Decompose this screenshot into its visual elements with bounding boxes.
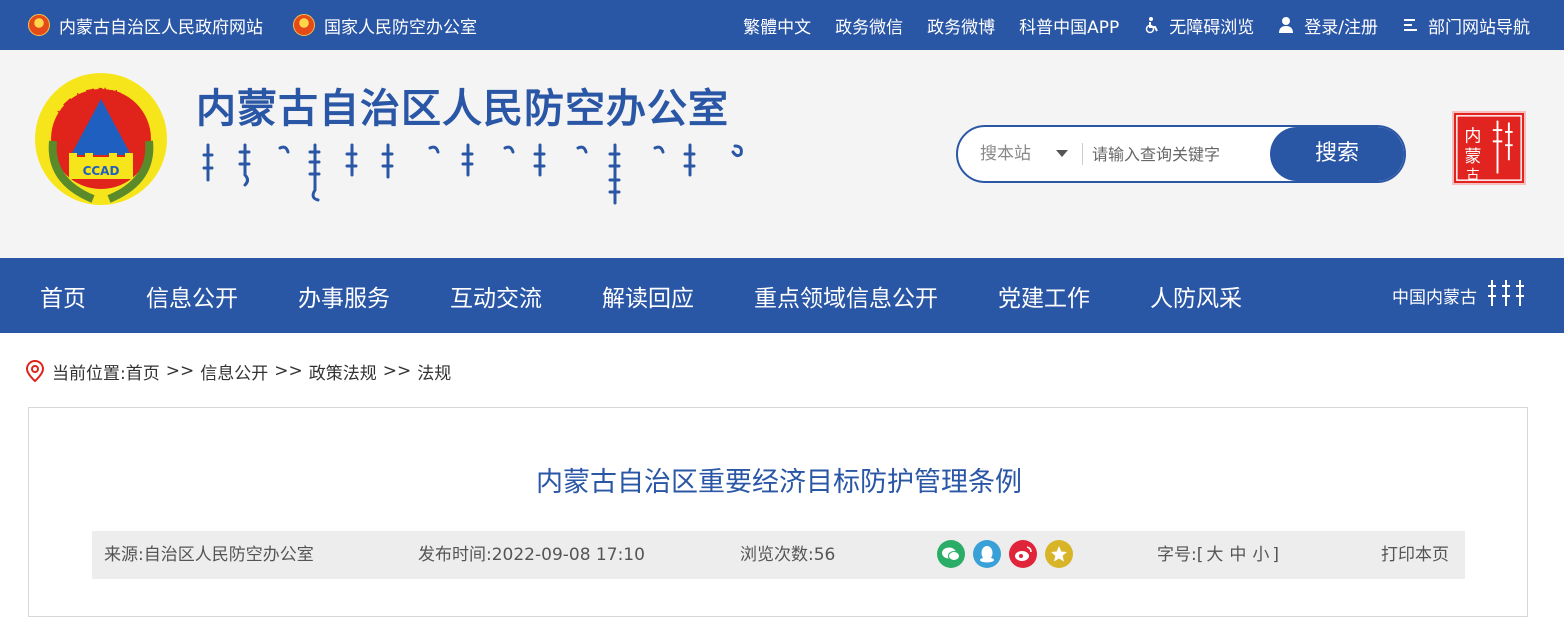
source-label: 来源: [104,545,144,565]
breadcrumb-policy-regulations[interactable]: 政策法规 [309,359,377,384]
svg-text:内: 内 [1464,126,1481,146]
svg-text:蒙: 蒙 [1464,147,1481,167]
traditional-chinese-label: 繁體中文 [743,17,812,38]
wechat-icon [942,547,960,561]
font-size-large[interactable]: 大 [1206,545,1223,565]
gov-site-link[interactable]: 内蒙古自治区人民政府网站 [28,13,263,38]
article-views: 浏览次数:56 [740,531,835,579]
views-label: 浏览次数: [740,545,814,565]
breadcrumb-home[interactable]: 首页 [126,359,160,384]
search-scope-select[interactable]: 搜本站 [980,127,1031,181]
font-size-medium[interactable]: 中 [1229,545,1246,565]
main-nav: 首页 信息公开 办事服务 互动交流 解读回应 重点领域信息公开 党建工作 人防风… [0,258,1564,333]
nav-interpretation[interactable]: 解读回应 [602,279,694,313]
mongolian-script-title [202,143,743,205]
wheelchair-icon [1146,17,1159,34]
national-ccad-label: 国家人民防空办公室 [324,17,477,38]
gov-site-label: 内蒙古自治区人民政府网站 [59,17,263,38]
views-value: 56 [813,545,836,565]
nav-services[interactable]: 办事服务 [298,279,390,313]
search-box: 搜本站 搜索 [956,125,1406,183]
font-size-label: 字号: [1157,545,1197,565]
article-title: 内蒙古自治区重要经济目标防护管理条例 [536,467,1022,498]
article-source: 来源:自治区人民防空办公室 [104,531,314,579]
location-pin-icon [26,360,44,382]
print-page-button[interactable]: 打印本页 [1381,531,1449,579]
science-app-link[interactable]: 科普中国APP [1019,13,1119,38]
share-weibo-button[interactable] [1009,540,1037,568]
dept-nav-label: 部门网站导航 [1428,17,1530,38]
article-meta-bar: 来源:自治区人民防空办公室 发布时间:2022-09-08 17:10 浏览次数… [92,531,1465,579]
accessibility-link[interactable]: 无障碍浏览 [1143,13,1254,38]
menu-list-icon [1404,19,1417,31]
login-register-link[interactable]: 登录/注册 [1278,13,1378,38]
nav-info-disclosure[interactable]: 信息公开 [146,279,238,313]
nav-party-building[interactable]: 党建工作 [998,279,1090,313]
star-icon [1051,546,1067,562]
date-label: 发布时间: [418,545,492,565]
national-emblem-icon [28,14,50,36]
logo-text: CCAD [83,164,120,178]
science-app-label: 科普中国APP [1019,17,1120,38]
login-register-label: 登录/注册 [1304,17,1378,38]
search-divider [1082,143,1083,165]
breadcrumb-info-disclosure[interactable]: 信息公开 [200,359,268,384]
share-buttons [937,540,1081,568]
breadcrumb-label: 当前位置: [52,363,126,384]
china-inner-mongolia-brand-logo[interactable]: 中国内蒙古 [1392,272,1532,320]
gov-weibo-link[interactable]: 政务微博 [927,13,995,38]
nav-key-areas[interactable]: 重点领域信息公开 [754,279,938,313]
accessibility-label: 无障碍浏览 [1169,17,1255,38]
ccad-logo[interactable]: CCAD 中国人民防空 [33,71,169,207]
breadcrumb-separator: >> [382,361,412,381]
article-container: 内蒙古自治区重要经济目标防护管理条例 来源:自治区人民防空办公室 发布时间:20… [28,407,1528,617]
share-wechat-button[interactable] [937,540,965,568]
traditional-chinese-link[interactable]: 繁體中文 [743,13,811,38]
svg-text:古: 古 [1466,167,1479,183]
national-ccad-link[interactable]: 国家人民防空办公室 [293,13,477,38]
font-size-control: 字号:[大中小] [1157,545,1280,565]
share-favorite-button[interactable] [1045,540,1073,568]
national-emblem-icon [293,14,315,36]
nav-interaction[interactable]: 互动交流 [450,279,542,313]
site-title: 内蒙古自治区人民防空办公室 [196,86,729,132]
gov-wechat-link[interactable]: 政务微信 [835,13,903,38]
weibo-icon [1015,546,1032,561]
site-header: CCAD 中国人民防空 内蒙古自治区人民防空办公室 搜本站 搜索 [0,50,1564,258]
search-input[interactable] [1092,139,1267,169]
user-icon [1279,17,1294,33]
font-size-small[interactable]: 小 [1252,545,1269,565]
qq-icon [980,546,994,563]
top-bar: 内蒙古自治区人民政府网站 国家人民防空办公室 繁體中文 政务微信 政务微博 科普… [0,0,1564,50]
brand-text: 中国内蒙古 [1392,288,1477,308]
share-qq-button[interactable] [973,540,1001,568]
breadcrumb-regulations[interactable]: 法规 [417,359,451,384]
breadcrumb-separator: >> [274,361,303,381]
date-value: 2022-09-08 17:10 [491,545,645,565]
nav-home[interactable]: 首页 [40,279,86,313]
source-value: 自治区人民防空办公室 [143,545,314,565]
article-date: 发布时间:2022-09-08 17:10 [418,531,645,579]
search-button[interactable]: 搜索 [1270,127,1404,181]
gov-wechat-label: 政务微信 [835,17,904,38]
breadcrumb-separator: >> [165,361,195,381]
chevron-down-icon[interactable] [1056,150,1068,157]
breadcrumb: 当前位置: 首页 >> 信息公开 >> 政策法规 >> 法规 [26,358,451,384]
inner-mongolia-seal-logo[interactable]: 内 蒙 古 [1452,111,1526,185]
dept-nav-link[interactable]: 部门网站导航 [1402,13,1530,38]
gov-weibo-label: 政务微博 [927,17,996,38]
nav-gallery[interactable]: 人防风采 [1150,279,1242,313]
